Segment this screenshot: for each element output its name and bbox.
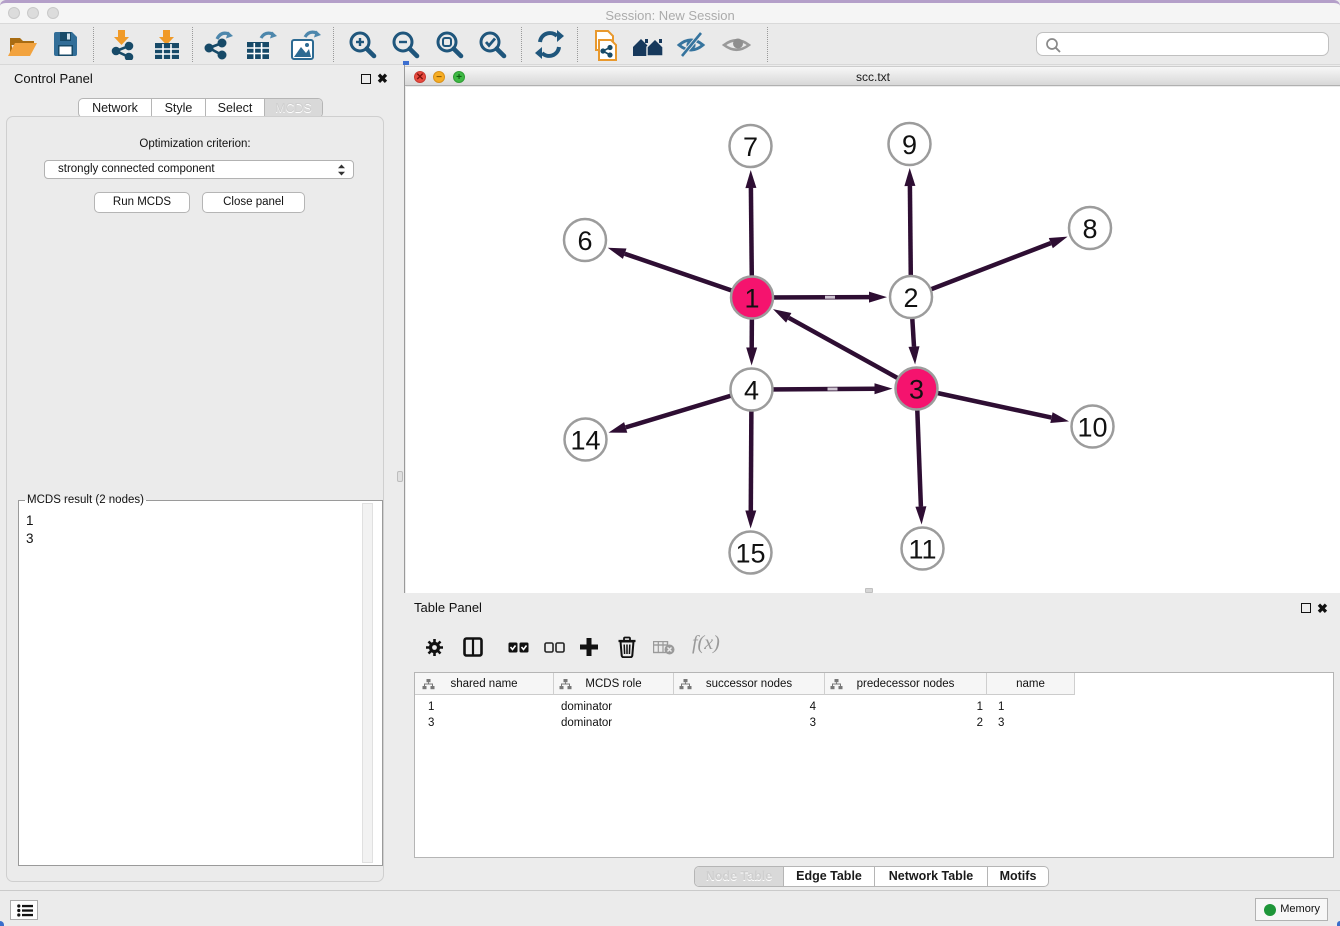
svg-text:4: 4 — [744, 376, 759, 406]
svg-text:2: 2 — [903, 283, 918, 313]
svg-text:15: 15 — [735, 539, 765, 569]
svg-text:14: 14 — [570, 426, 600, 456]
svg-text:10: 10 — [1077, 413, 1107, 443]
svg-text:7: 7 — [743, 132, 758, 162]
svg-text:6: 6 — [577, 226, 592, 256]
svg-text:1: 1 — [744, 284, 759, 314]
svg-text:9: 9 — [902, 130, 917, 160]
svg-text:3: 3 — [909, 375, 924, 405]
svg-text:11: 11 — [908, 535, 936, 565]
svg-text:8: 8 — [1082, 214, 1097, 244]
